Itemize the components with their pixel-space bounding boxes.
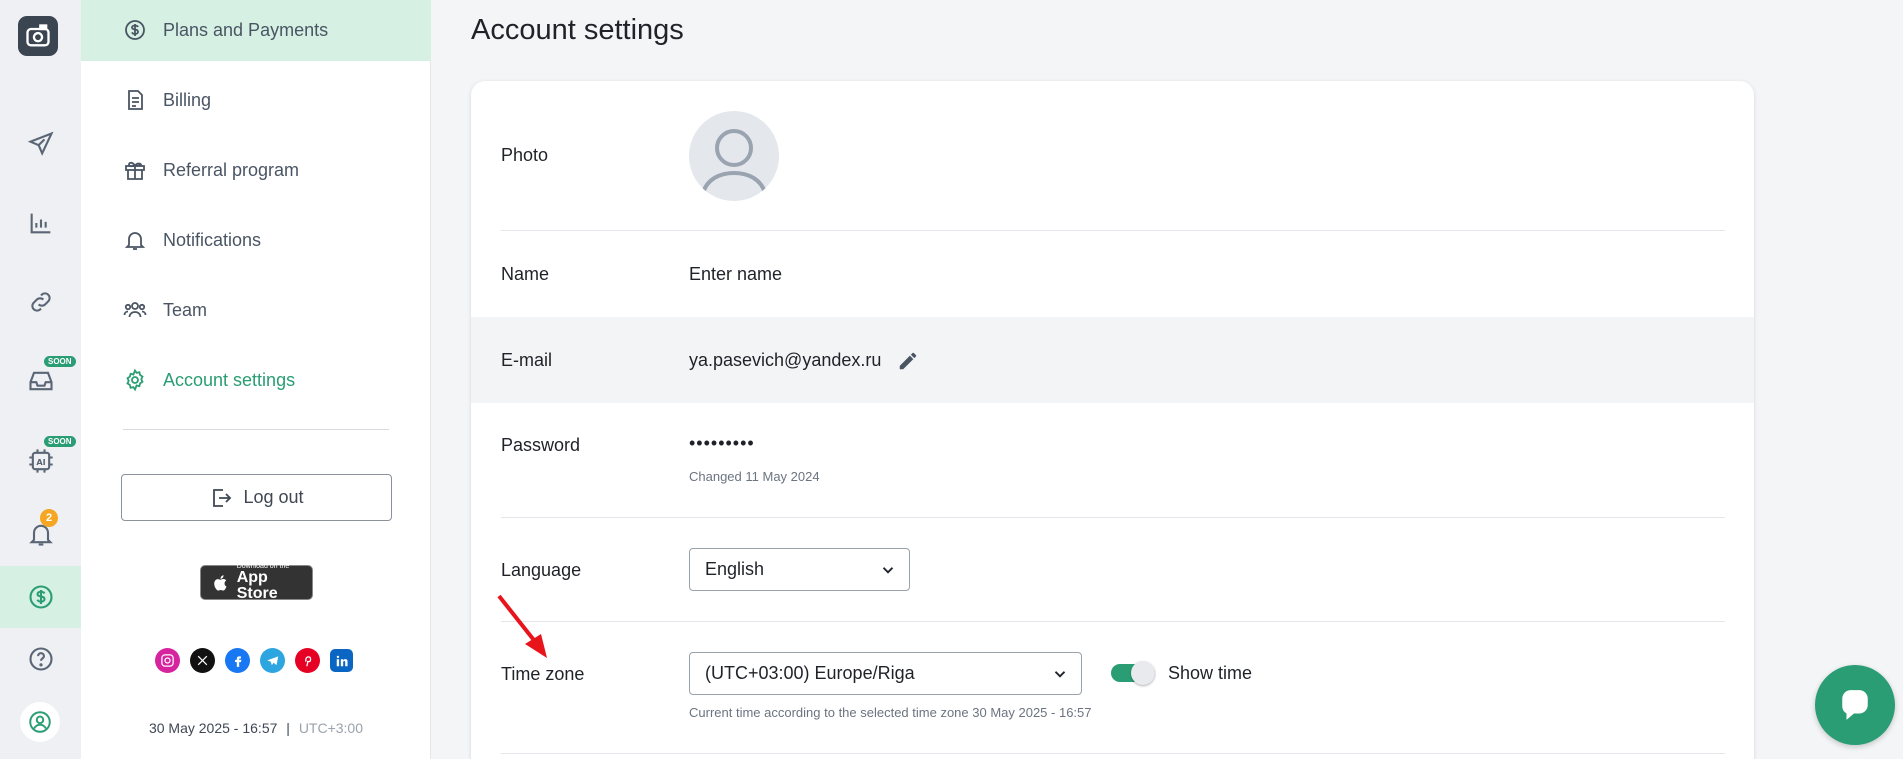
toggle-knob xyxy=(1131,661,1155,685)
password-value: ••••••••• xyxy=(689,433,755,453)
footer-timezone: UTC+3:00 xyxy=(298,720,364,736)
photo-avatar[interactable] xyxy=(689,111,779,201)
footer-separator: | xyxy=(286,720,290,736)
app-logo-icon[interactable] xyxy=(18,16,58,56)
chevron-down-icon xyxy=(1054,671,1066,678)
analytics-nav-icon[interactable] xyxy=(0,192,81,254)
soon-badge: SOON xyxy=(44,436,76,447)
settings-menu: Plans and Payments Billing Referral prog… xyxy=(81,0,431,759)
bell-icon xyxy=(124,232,146,250)
password-changed-hint: Changed 11 May 2024 xyxy=(689,469,820,484)
pinterest-icon[interactable] xyxy=(295,648,320,673)
team-icon xyxy=(123,302,147,318)
menu-divider xyxy=(123,429,389,430)
facebook-icon[interactable] xyxy=(225,648,250,673)
help-nav-icon[interactable] xyxy=(0,628,81,690)
edit-email-pencil-icon[interactable] xyxy=(897,350,919,372)
ai-nav-icon[interactable]: AI SOON xyxy=(0,430,81,492)
social-links xyxy=(155,648,353,673)
logout-label: Log out xyxy=(243,487,304,507)
document-icon xyxy=(128,90,143,110)
app-store-big-text: App Store xyxy=(236,569,278,602)
language-selected-value: English xyxy=(705,559,765,579)
chat-bubble-icon xyxy=(1842,690,1868,720)
menu-item-label: Account settings xyxy=(163,369,296,390)
name-label: Name xyxy=(501,264,550,284)
footer-time: 30 May 2025 - 16:57 | UTC+3:00 xyxy=(81,720,431,736)
menu-item-plans-and-payments[interactable]: Plans and Payments xyxy=(81,0,431,61)
photo-label: Photo xyxy=(501,145,549,165)
campaigns-nav-icon[interactable] xyxy=(0,113,81,175)
logout-icon xyxy=(213,488,232,507)
payments-nav-icon[interactable] xyxy=(0,566,81,628)
page-title: Account settings xyxy=(471,14,684,46)
red-arrow-annotation xyxy=(497,594,547,658)
menu-item-team[interactable]: Team xyxy=(81,279,431,341)
menu-item-notifications[interactable]: Notifications xyxy=(81,209,431,271)
row-divider xyxy=(501,517,1725,518)
svg-text:AI: AI xyxy=(36,457,45,467)
chat-support-button[interactable] xyxy=(1815,665,1895,745)
notifications-nav-icon[interactable]: 2 xyxy=(0,503,81,565)
footer-datetime: 30 May 2025 - 16:57 xyxy=(148,720,278,736)
row-divider xyxy=(501,621,1725,622)
menu-item-label: Billing xyxy=(163,89,212,110)
app-store-badge[interactable]: Download on the App Store xyxy=(200,563,313,602)
language-label: Language xyxy=(501,560,582,580)
timezone-selected-value: (UTC+03:00) Europe/Riga xyxy=(705,663,915,683)
menu-item-referral-program[interactable]: Referral program xyxy=(81,139,431,201)
logout-button[interactable]: Log out xyxy=(121,474,392,521)
menu-item-label: Team xyxy=(163,299,208,320)
inbox-nav-icon[interactable]: SOON xyxy=(0,350,81,412)
password-label: Password xyxy=(501,435,581,455)
email-label: E-mail xyxy=(501,350,553,370)
user-placeholder-icon xyxy=(701,129,767,194)
instagram-icon[interactable] xyxy=(155,648,180,673)
timezone-label: Time zone xyxy=(501,664,585,684)
soon-badge: SOON xyxy=(44,356,76,367)
timezone-select[interactable]: (UTC+03:00) Europe/Riga xyxy=(689,652,1082,695)
profile-avatar-icon[interactable] xyxy=(20,702,60,742)
gift-icon xyxy=(125,161,145,180)
gear-icon xyxy=(126,368,144,392)
menu-item-label: Referral program xyxy=(163,159,300,180)
telegram-icon[interactable] xyxy=(260,648,285,673)
chevron-down-icon xyxy=(882,567,894,574)
name-field[interactable]: Enter name xyxy=(689,264,782,285)
show-time-toggle[interactable] xyxy=(1111,661,1155,685)
row-divider xyxy=(501,230,1725,231)
x-twitter-icon[interactable] xyxy=(190,648,215,673)
row-divider xyxy=(501,753,1725,754)
icon-rail: SOON AI SOON 2 xyxy=(0,0,81,759)
show-time-label: Show time xyxy=(1168,663,1253,683)
apple-icon xyxy=(214,574,227,591)
account-settings-card: Photo Name Enter name E-mail ya.pasevich… xyxy=(471,81,1754,759)
language-select[interactable]: English xyxy=(689,548,910,591)
menu-item-label: Notifications xyxy=(163,229,262,250)
menu-item-label: Plans and Payments xyxy=(163,19,329,40)
dollar-circle-icon xyxy=(125,20,145,40)
menu-item-billing[interactable]: Billing xyxy=(81,69,431,131)
email-row xyxy=(471,317,1754,403)
menu-item-account-settings[interactable]: Account settings xyxy=(81,349,431,411)
notification-count-badge: 2 xyxy=(40,509,58,527)
linkedin-icon[interactable] xyxy=(330,649,353,672)
timezone-hint: Current time according to the selected t… xyxy=(689,705,1092,720)
email-value: ya.pasevich@yandex.ru xyxy=(689,350,882,370)
link-nav-icon[interactable] xyxy=(0,271,81,333)
